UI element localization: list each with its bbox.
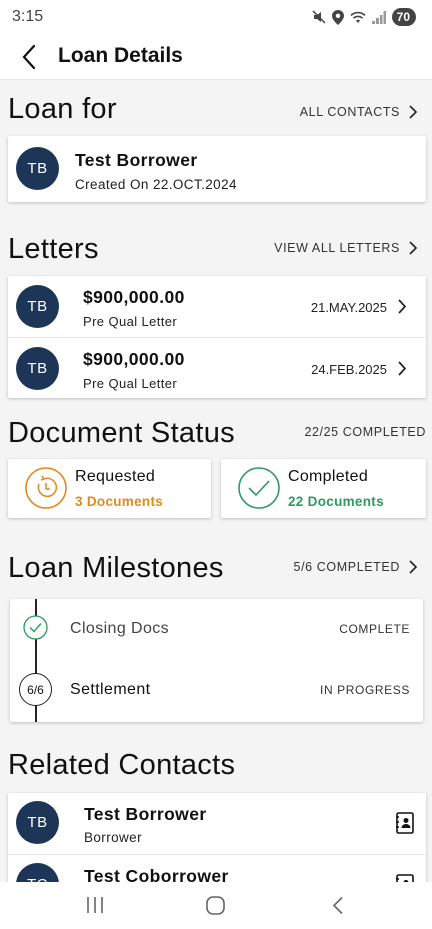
letter-type: Pre Qual Letter	[83, 314, 178, 329]
status-bar: 3:15 70	[0, 0, 432, 36]
contact-book-icon[interactable]	[396, 812, 414, 834]
requested-count: 3 Documents	[75, 494, 164, 509]
milestone-status: IN PROGRESS	[320, 683, 410, 697]
milestone-status: COMPLETE	[339, 622, 410, 636]
milestone-name: Closing Docs	[70, 620, 170, 637]
clock-icon	[25, 467, 67, 509]
view-all-letters-label: VIEW ALL LETTERS	[274, 241, 400, 255]
app-bar: Loan Details	[0, 36, 432, 80]
avatar: TB	[16, 347, 59, 390]
letter-row[interactable]: TB $900,000.00 Pre Qual Letter 24.FEB.20…	[8, 337, 426, 398]
all-contacts-label: ALL CONTACTS	[299, 105, 400, 119]
view-all-letters-link[interactable]: VIEW ALL LETTERS	[274, 240, 418, 256]
check-circle-icon	[23, 615, 48, 640]
section-title-loan-for: Loan for	[8, 93, 117, 125]
location-icon	[331, 9, 344, 25]
milestone-row[interactable]: Closing Docs COMPLETE	[10, 601, 423, 657]
document-status-summary: 22/25 COMPLETED	[304, 425, 426, 439]
chevron-left-icon[interactable]	[18, 42, 44, 72]
completed-title: Completed	[288, 468, 369, 485]
avatar: TB	[16, 801, 59, 844]
section-title-related-contacts: Related Contacts	[8, 749, 236, 781]
contact-role: Borrower	[84, 830, 142, 845]
letter-date: 21.MAY.2025	[310, 300, 387, 315]
milestone-row[interactable]: 6/6 Settlement IN PROGRESS	[10, 663, 423, 719]
letter-row[interactable]: TB $900,000.00 Pre Qual Letter 21.MAY.20…	[8, 276, 426, 337]
check-circle-icon	[238, 467, 280, 509]
letter-amount: $900,000.00	[83, 287, 185, 307]
avatar: TB	[16, 147, 59, 190]
milestone-name: Settlement	[70, 681, 151, 698]
borrower-card[interactable]: TB Test Borrower Created On 22.OCT.2024	[8, 136, 426, 202]
requested-title: Requested	[75, 468, 156, 485]
mute-icon	[312, 10, 326, 24]
signal-icon	[371, 10, 386, 24]
chevron-right-icon	[398, 299, 407, 314]
completed-documents-card[interactable]: Completed 22 Documents	[221, 459, 426, 518]
created-date: Created On 22.OCT.2024	[75, 177, 237, 192]
section-title-loan-milestones: Loan Milestones	[8, 552, 224, 584]
milestones-summary: 5/6 COMPLETED	[293, 560, 400, 574]
chevron-right-icon	[398, 361, 407, 376]
status-time: 3:15	[12, 8, 44, 25]
status-icons: 70	[312, 8, 416, 26]
letter-amount: $900,000.00	[83, 349, 185, 369]
section-title-document-status: Document Status	[8, 417, 235, 449]
home-icon[interactable]	[206, 896, 225, 915]
letter-date: 24.FEB.2025	[311, 362, 387, 377]
battery-icon: 70	[391, 8, 416, 26]
milestones-summary-link[interactable]: 5/6 COMPLETED	[294, 559, 418, 575]
milestone-step-marker: 6/6	[19, 673, 52, 706]
back-nav-icon[interactable]	[331, 896, 345, 915]
requested-documents-card[interactable]: Requested 3 Documents	[8, 459, 211, 518]
related-contacts-card: TB Test Borrower Borrower TC Test Coborr…	[8, 793, 426, 893]
contact-name: Test Borrower	[84, 804, 207, 824]
borrower-name: Test Borrower	[75, 150, 198, 170]
recent-apps-icon[interactable]	[86, 896, 104, 914]
letters-card: TB $900,000.00 Pre Qual Letter 21.MAY.20…	[8, 276, 426, 398]
completed-count: 22 Documents	[288, 494, 384, 509]
page-title: Loan Details	[58, 44, 183, 67]
chevron-right-icon	[409, 241, 418, 255]
section-title-letters: Letters	[8, 233, 99, 265]
all-contacts-link[interactable]: ALL CONTACTS	[300, 104, 418, 120]
chevron-right-icon	[409, 105, 418, 119]
wifi-icon	[350, 11, 366, 23]
milestones-card: Closing Docs COMPLETE 6/6 Settlement IN …	[10, 599, 423, 722]
chevron-right-icon	[409, 560, 418, 574]
avatar: TB	[16, 285, 59, 328]
letter-type: Pre Qual Letter	[83, 376, 178, 391]
contact-row[interactable]: TB Test Borrower Borrower	[8, 793, 426, 854]
system-nav-bar	[0, 882, 432, 929]
